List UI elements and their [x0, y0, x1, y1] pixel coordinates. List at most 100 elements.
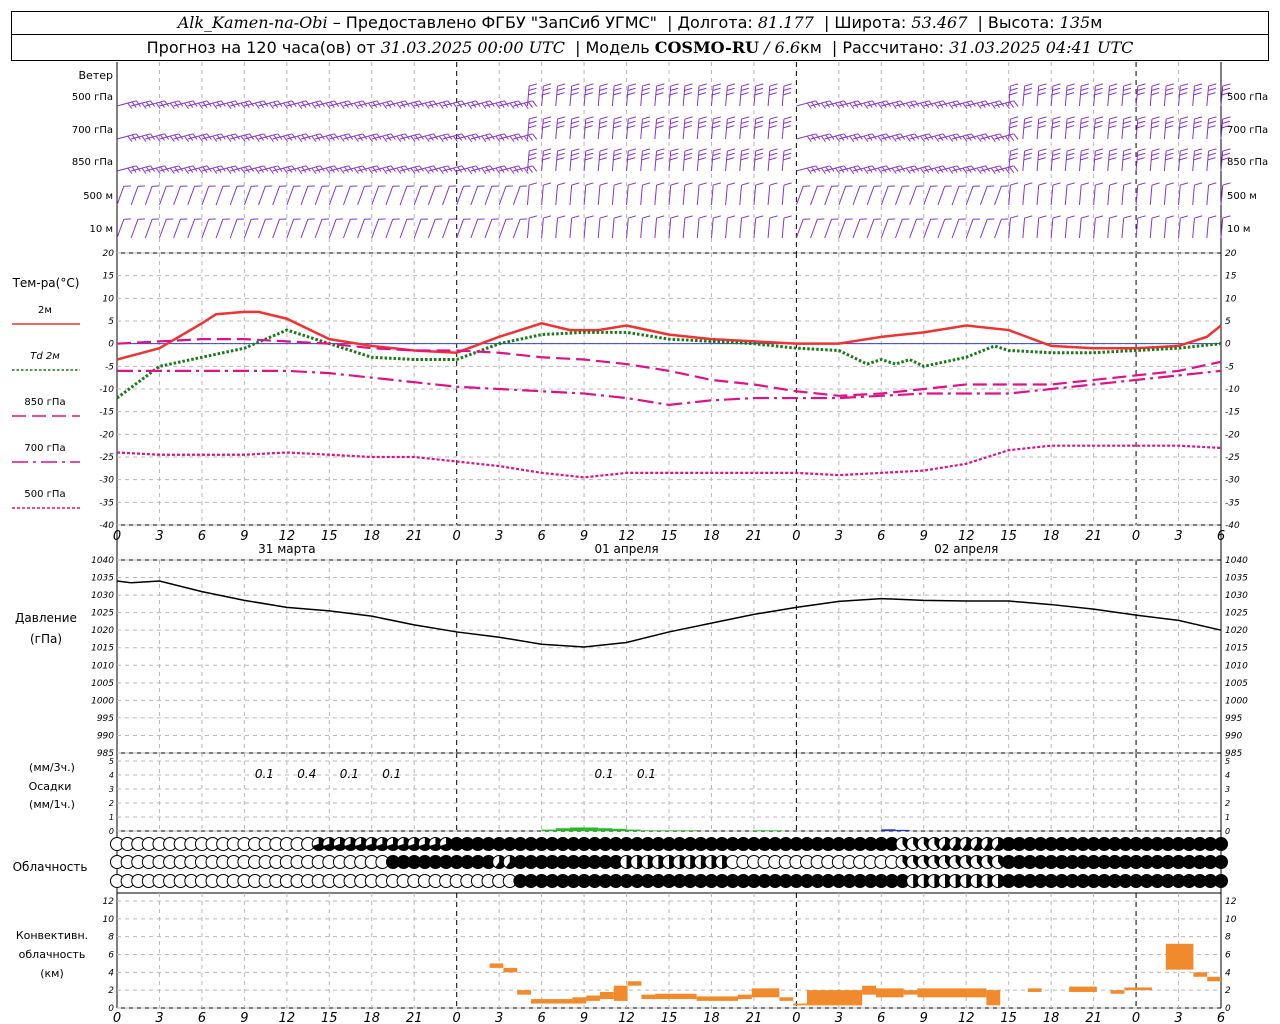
- pressure-tick-label: 1035: [91, 574, 114, 584]
- wind-barb-flag: [1052, 120, 1061, 124]
- wind-barb-flag: [641, 92, 650, 96]
- wind-barb-flag: [1080, 120, 1089, 124]
- wind-barb-flag: [628, 182, 637, 186]
- wind-barb-flag: [726, 87, 735, 91]
- wind-barb: [1206, 185, 1210, 206]
- wind-barb-flag: [1108, 87, 1117, 91]
- wind-barb-flag: [627, 92, 636, 96]
- wind-barb-flag: [1123, 152, 1132, 156]
- precip-amount-label: 0.1: [255, 767, 274, 781]
- wind-barb-flag: [1193, 87, 1202, 91]
- wind-barb-flag: [557, 182, 566, 186]
- wind-barb-flag: [670, 83, 679, 87]
- conv-cloud-bar: [1193, 972, 1208, 977]
- precip-unit-top: (мм/3ч.): [29, 761, 75, 774]
- convective-cloud-panel: [489, 943, 1221, 1006]
- wind-barb: [470, 186, 479, 206]
- wind-barb-flag: [599, 125, 608, 129]
- wind-barb-flag: [542, 157, 551, 161]
- wind-barb-flag: [1108, 92, 1117, 96]
- wind-barb-flag: [529, 116, 538, 120]
- wind-barb-flag: [656, 120, 665, 124]
- wind-barb-flag: [1208, 116, 1217, 120]
- hour-tick-label: 18: [1043, 1011, 1060, 1024]
- wind-barb-flag: [1094, 87, 1103, 91]
- pressure-tick-label: 995: [97, 714, 114, 724]
- wind-barb: [937, 186, 946, 206]
- wind-barb-flag: [684, 148, 693, 152]
- wind-barb-flag: [1024, 120, 1033, 124]
- wind-barb: [880, 186, 889, 206]
- wind-barb-flag: [527, 134, 533, 141]
- wind-barb: [1107, 119, 1111, 140]
- wind-barb: [201, 219, 210, 239]
- wind-barb-flag: [1179, 125, 1188, 129]
- pressure-tick-label: 1010: [91, 661, 114, 671]
- wind-barb-flag: [1038, 116, 1047, 120]
- conv-cloud-bar: [876, 988, 904, 998]
- wind-barb-flag: [755, 152, 764, 156]
- wind-barb-flag: [571, 215, 580, 219]
- wind-barb-flag: [769, 87, 778, 91]
- wind-barb-flag: [1080, 125, 1089, 129]
- wind-barb: [611, 86, 615, 107]
- wind-barb: [187, 219, 196, 239]
- wind-barb-flag: [768, 157, 777, 161]
- wind-barb-flag: [1123, 215, 1132, 219]
- wind-barb-flag: [599, 87, 608, 91]
- wind-barb-flag: [1179, 152, 1188, 156]
- hour-tick-label: 12: [958, 1011, 975, 1024]
- pressure-tick-label: 1015: [1225, 644, 1248, 654]
- wind-barb-flag: [1095, 116, 1104, 120]
- hour-tick-label: 3: [155, 1011, 163, 1024]
- wind-barb: [512, 186, 521, 206]
- date-label: 02 апреля: [934, 542, 998, 556]
- wind-barb-flag: [1013, 133, 1019, 140]
- wind-barb-flag: [1038, 148, 1047, 152]
- cloud-cover-circle: [1214, 874, 1228, 888]
- wind-barb: [654, 119, 658, 140]
- wind-barb: [1107, 218, 1111, 239]
- pressure-tick-label: 1020: [1225, 626, 1248, 636]
- conv-cloud-bar: [531, 999, 573, 1004]
- wind-barb-flag: [1208, 83, 1217, 87]
- wind-barb-flag: [783, 152, 792, 156]
- wind-barb-flag: [543, 215, 552, 219]
- wind-barb-flag: [542, 87, 551, 91]
- wind-barb-flag: [783, 215, 792, 219]
- temp-tick-label: -40: [1225, 521, 1240, 531]
- hour-tick-label: 3: [155, 529, 163, 544]
- wind-barb-flag: [698, 152, 707, 156]
- wind-barb-flag: [768, 92, 777, 96]
- wind-barb-flag: [1009, 157, 1018, 161]
- hour-tick-label: 6: [877, 529, 885, 544]
- wind-barb: [781, 218, 785, 239]
- hour-tick-label: 15: [1000, 1011, 1017, 1024]
- wind-barb-flag: [741, 148, 750, 152]
- wind-barb-flag: [628, 215, 637, 219]
- wind-barb-flag: [1066, 148, 1075, 152]
- wind-barb: [597, 185, 601, 206]
- wind-barb: [130, 219, 139, 239]
- wind-barb-flag: [571, 120, 580, 124]
- wind-barb-flag: [542, 152, 551, 156]
- wind-barb: [1178, 218, 1181, 239]
- wind-barb-flag: [1180, 83, 1189, 87]
- wind-barb-flag: [1094, 120, 1103, 124]
- wind-barb-flag: [1137, 152, 1146, 156]
- wind-barb-flag: [1024, 148, 1033, 152]
- precip-bar: [626, 829, 641, 831]
- wind-barb-flag: [783, 116, 792, 120]
- wind-barb: [1121, 218, 1125, 239]
- wind-barb: [1121, 185, 1125, 206]
- wind-barb-flag: [1165, 157, 1174, 161]
- wind-barb-flag: [1013, 165, 1019, 172]
- wind-barb: [526, 185, 530, 206]
- temp-tick-label: -10: [1225, 385, 1240, 395]
- wind-barb-flag: [1222, 120, 1231, 124]
- precip-bar: [612, 828, 627, 831]
- wind-barb: [272, 186, 281, 206]
- wind-barb: [824, 219, 833, 239]
- wind-barb: [314, 186, 323, 206]
- hour-tick-label: 9: [580, 529, 588, 544]
